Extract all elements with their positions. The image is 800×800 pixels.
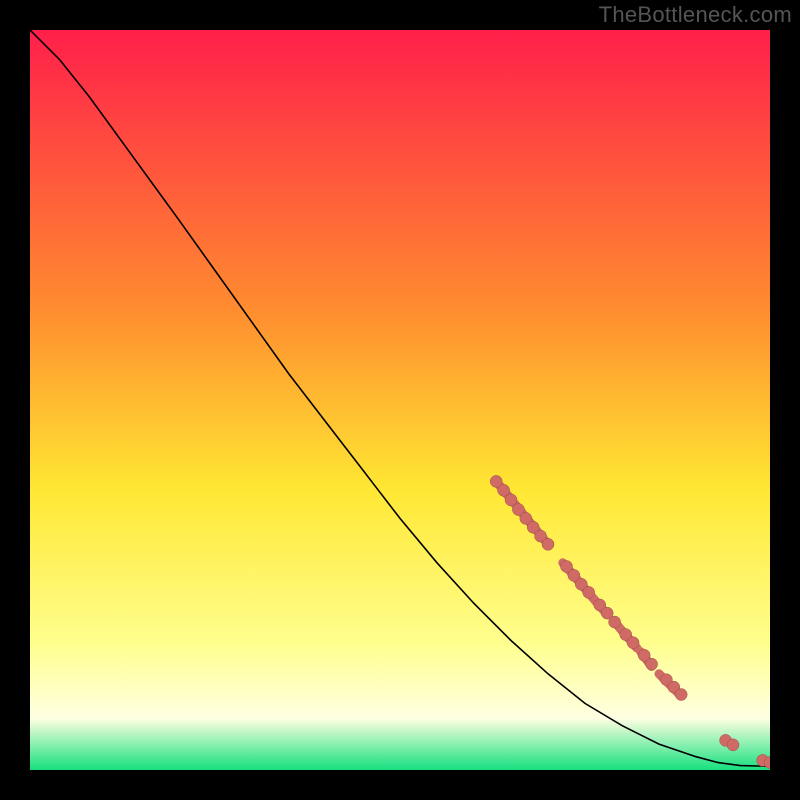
- data-point: [727, 739, 739, 751]
- watermark-label: TheBottleneck.com: [599, 2, 792, 28]
- data-point: [646, 658, 658, 670]
- data-point: [583, 586, 595, 598]
- data-point: [498, 484, 510, 496]
- chart-svg: [30, 30, 770, 770]
- data-point: [505, 494, 517, 506]
- chart-frame: TheBottleneck.com: [0, 0, 800, 800]
- data-point: [542, 538, 554, 550]
- data-point: [675, 689, 687, 701]
- gradient-background: [30, 30, 770, 770]
- chart-plot: [30, 30, 770, 770]
- data-point: [627, 637, 639, 649]
- data-point: [609, 616, 621, 628]
